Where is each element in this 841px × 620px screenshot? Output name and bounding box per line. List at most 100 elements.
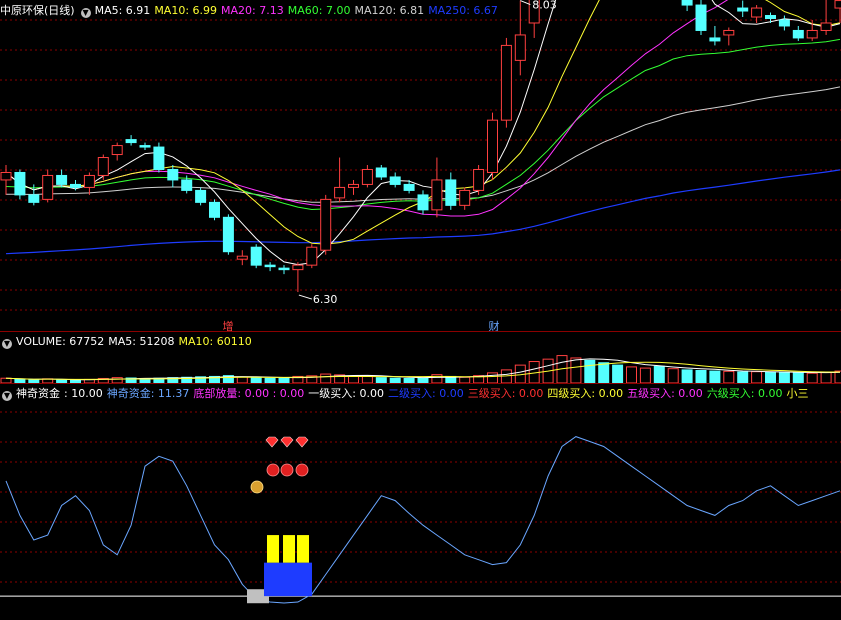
candle-body — [42, 174, 54, 200]
volume-bar — [598, 362, 610, 384]
candle-body — [681, 0, 693, 6]
ma60-label: MA60: 7.00 — [287, 4, 351, 17]
candle-body — [111, 145, 123, 156]
chevron-down-icon[interactable]: ▼ — [2, 339, 12, 349]
candle-body — [778, 19, 790, 27]
low-pointer — [298, 294, 313, 300]
high-price-label: 8.03 — [532, 0, 557, 12]
candle-body — [83, 174, 95, 188]
candle-body — [97, 157, 109, 176]
yellow-signal-bar — [297, 535, 309, 563]
stock-title: 中原环保(日线) — [0, 4, 75, 17]
candle-body — [709, 37, 721, 42]
volume-bar — [612, 364, 624, 384]
indicator-label-8: 五级买入: 0.00 — [627, 387, 703, 400]
candle-body — [500, 44, 512, 121]
candle-body — [278, 267, 290, 271]
candle-body — [417, 194, 429, 211]
candle-body — [723, 29, 735, 36]
candle-body — [153, 146, 165, 170]
volume-bar — [723, 370, 735, 384]
candle-body — [236, 255, 248, 260]
diamond-icon — [265, 436, 279, 448]
candle-body — [167, 168, 179, 181]
volume-title: VOLUME: 67752 — [16, 335, 105, 348]
candle-body — [820, 22, 832, 31]
red-ball-icon — [295, 463, 309, 477]
candle-body — [695, 4, 707, 31]
chevron-down-icon[interactable]: ▼ — [80, 8, 91, 18]
indicator-name: 神奇资金 — [16, 387, 60, 400]
indicator-label-2: 神奇资金: 11.37 — [106, 387, 190, 400]
indicator-header: ▼ 神奇资金: 10.00 神奇资金: 11.37 底部放量: 0.00 : 0.00… — [0, 385, 813, 402]
indicator-label-9: 六级买入: 0.00 — [706, 387, 783, 400]
indicator-label-5: 二级买入: 0.00 — [388, 387, 464, 400]
volume-ma10: MA10: 60110 — [178, 335, 252, 348]
indicator-label-10: 小三 — [786, 387, 809, 400]
candle-body — [514, 34, 526, 61]
candle-body — [222, 216, 234, 253]
volume-bar — [626, 366, 637, 384]
volume-bar — [570, 357, 582, 384]
candle-body — [487, 119, 498, 173]
candle-body — [264, 264, 276, 268]
indicator-label-7: 四级买入: 0.00 — [547, 387, 624, 400]
yellow-signal-bar — [267, 535, 279, 563]
candle-body — [806, 29, 818, 39]
candle-body — [765, 15, 776, 20]
candle-body — [473, 168, 485, 191]
candle-body — [431, 179, 443, 211]
volume-bar — [653, 365, 665, 384]
candle-body — [834, 0, 841, 9]
candle-body — [389, 176, 401, 185]
volume-bar — [320, 373, 332, 384]
chevron-down-icon[interactable]: ▼ — [2, 391, 12, 401]
candle-body — [459, 189, 471, 206]
chart-stage: 8.03 6.30 增财 中原环保(日线) ▼ MA5: 6.91 MA10: 6.99 M… — [0, 0, 841, 616]
candle-body — [751, 7, 763, 18]
volume-header: ▼ VOLUME: 67752 MA5: 51208 MA10: 60110 — [0, 333, 256, 350]
candle-body — [195, 189, 207, 203]
candle-body — [375, 167, 387, 178]
yellow-signal-bar — [283, 535, 295, 563]
candle-body — [792, 29, 804, 39]
candle-body — [306, 246, 318, 266]
candle-body — [334, 186, 346, 199]
low-price-label: 6.30 — [313, 293, 338, 306]
volume-bar — [667, 368, 679, 384]
price-header: 中原环保(日线) ▼ MA5: 6.91 MA10: 6.99 MA20: 7.13 MA… — [0, 2, 502, 19]
money-bag-icon — [250, 480, 264, 494]
candle-body — [70, 183, 81, 188]
ma10-label: MA10: 6.99 — [154, 4, 218, 17]
candle-body — [181, 179, 193, 191]
volume-bar — [681, 369, 693, 384]
candle-body — [209, 201, 220, 218]
chart-canvas: 8.036.30增财 — [0, 0, 841, 604]
volume-bar — [487, 372, 498, 384]
indicator-label-4: 一级买入: 0.00 — [308, 387, 384, 400]
red-ball-icon — [280, 463, 294, 477]
candle-body — [139, 145, 151, 148]
candle-body — [320, 198, 332, 251]
indicator-label-3: 底部放量: 0.00 : 0.00 — [193, 387, 305, 400]
volume-bar — [792, 372, 804, 384]
red-ball-icon — [266, 463, 280, 477]
candle-body — [28, 194, 40, 203]
ma120-label: MA120: 6.81 — [354, 4, 425, 17]
diamond-icon — [295, 436, 309, 448]
ma60-line — [5, 38, 841, 211]
panel-separator — [0, 331, 841, 332]
candle-body — [250, 246, 262, 266]
volume-ma5: MA5: 51208 — [108, 335, 175, 348]
candle-body — [0, 171, 12, 181]
ma20-label: MA20: 7.13 — [221, 4, 284, 17]
indicator-label-6: 三级买入: 0.00 — [467, 387, 544, 400]
candle-body — [292, 264, 304, 271]
candle-body — [737, 7, 749, 12]
candle-body — [403, 183, 415, 191]
candle-body — [56, 174, 68, 185]
volume-bar — [765, 371, 776, 384]
volume-bar — [695, 369, 707, 384]
volume-bar — [806, 372, 818, 384]
panel-separator — [0, 383, 841, 384]
